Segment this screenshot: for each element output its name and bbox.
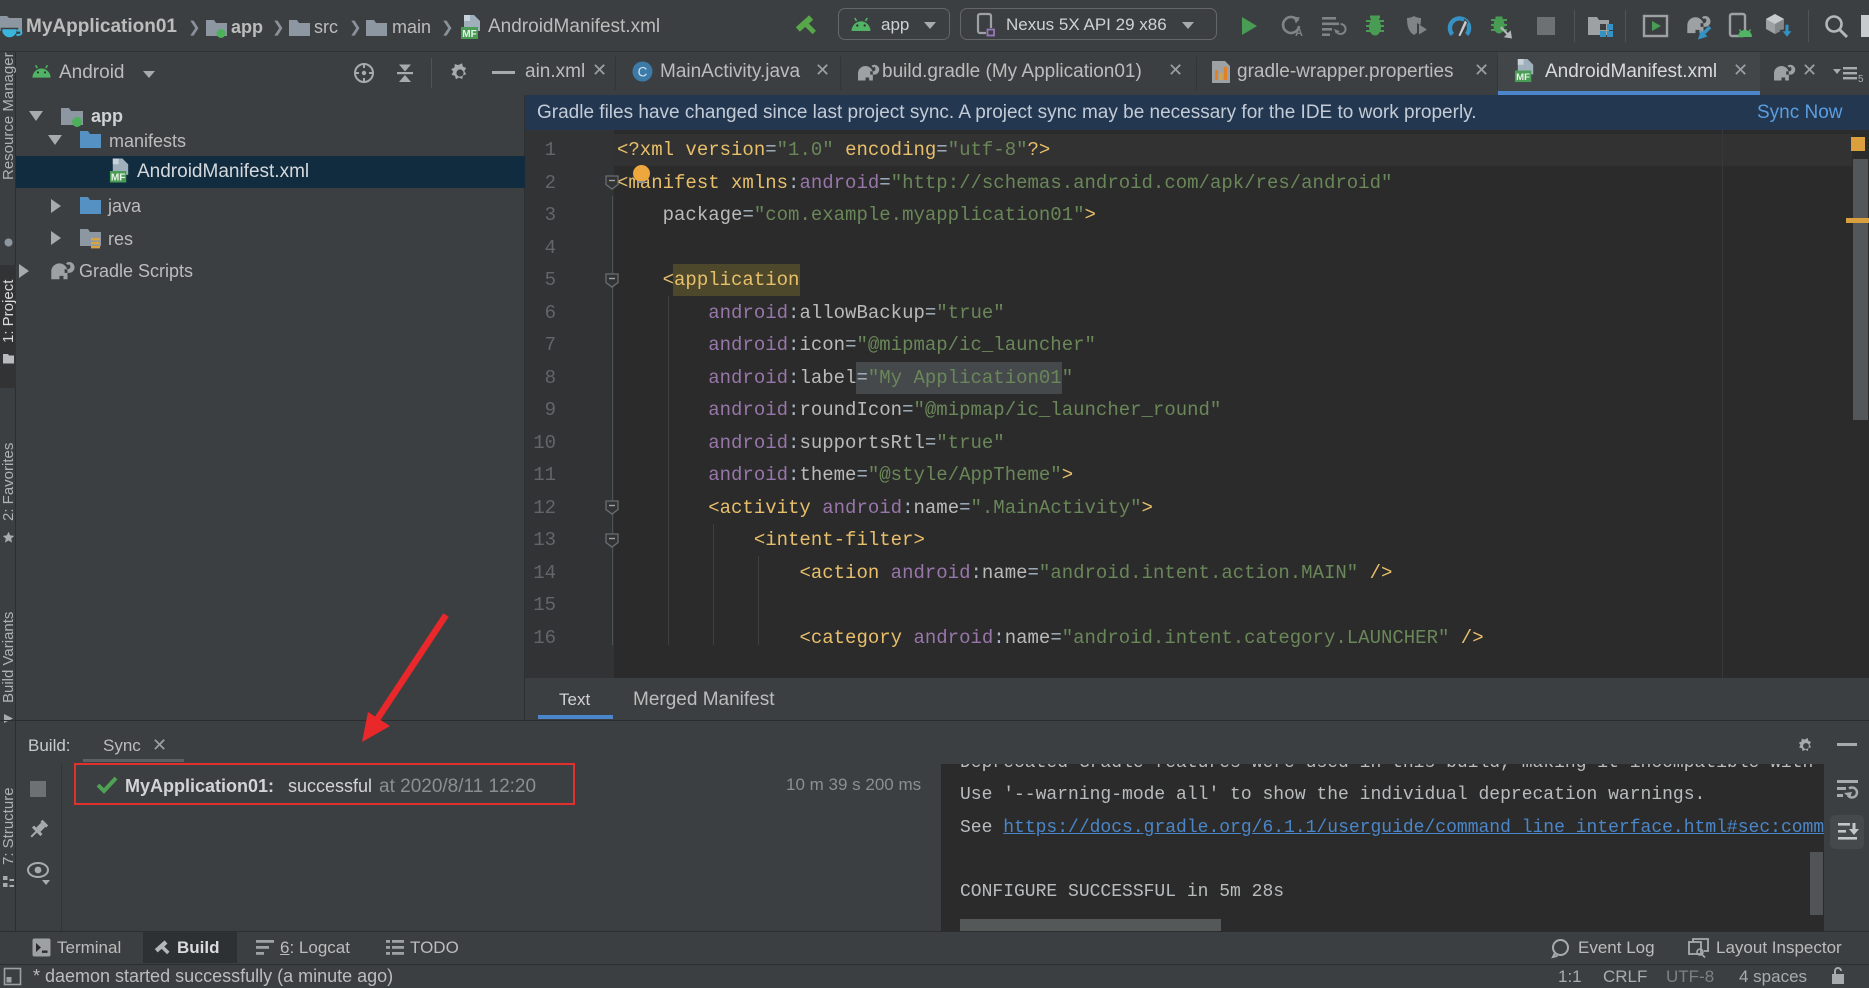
svg-text:A: A bbox=[1295, 27, 1303, 39]
svg-text:MF: MF bbox=[111, 173, 126, 184]
svg-text:MF: MF bbox=[1516, 72, 1530, 83]
svg-text:C: C bbox=[638, 65, 648, 80]
svg-text:5: 5 bbox=[1858, 74, 1864, 85]
svg-text:MF: MF bbox=[462, 29, 476, 40]
